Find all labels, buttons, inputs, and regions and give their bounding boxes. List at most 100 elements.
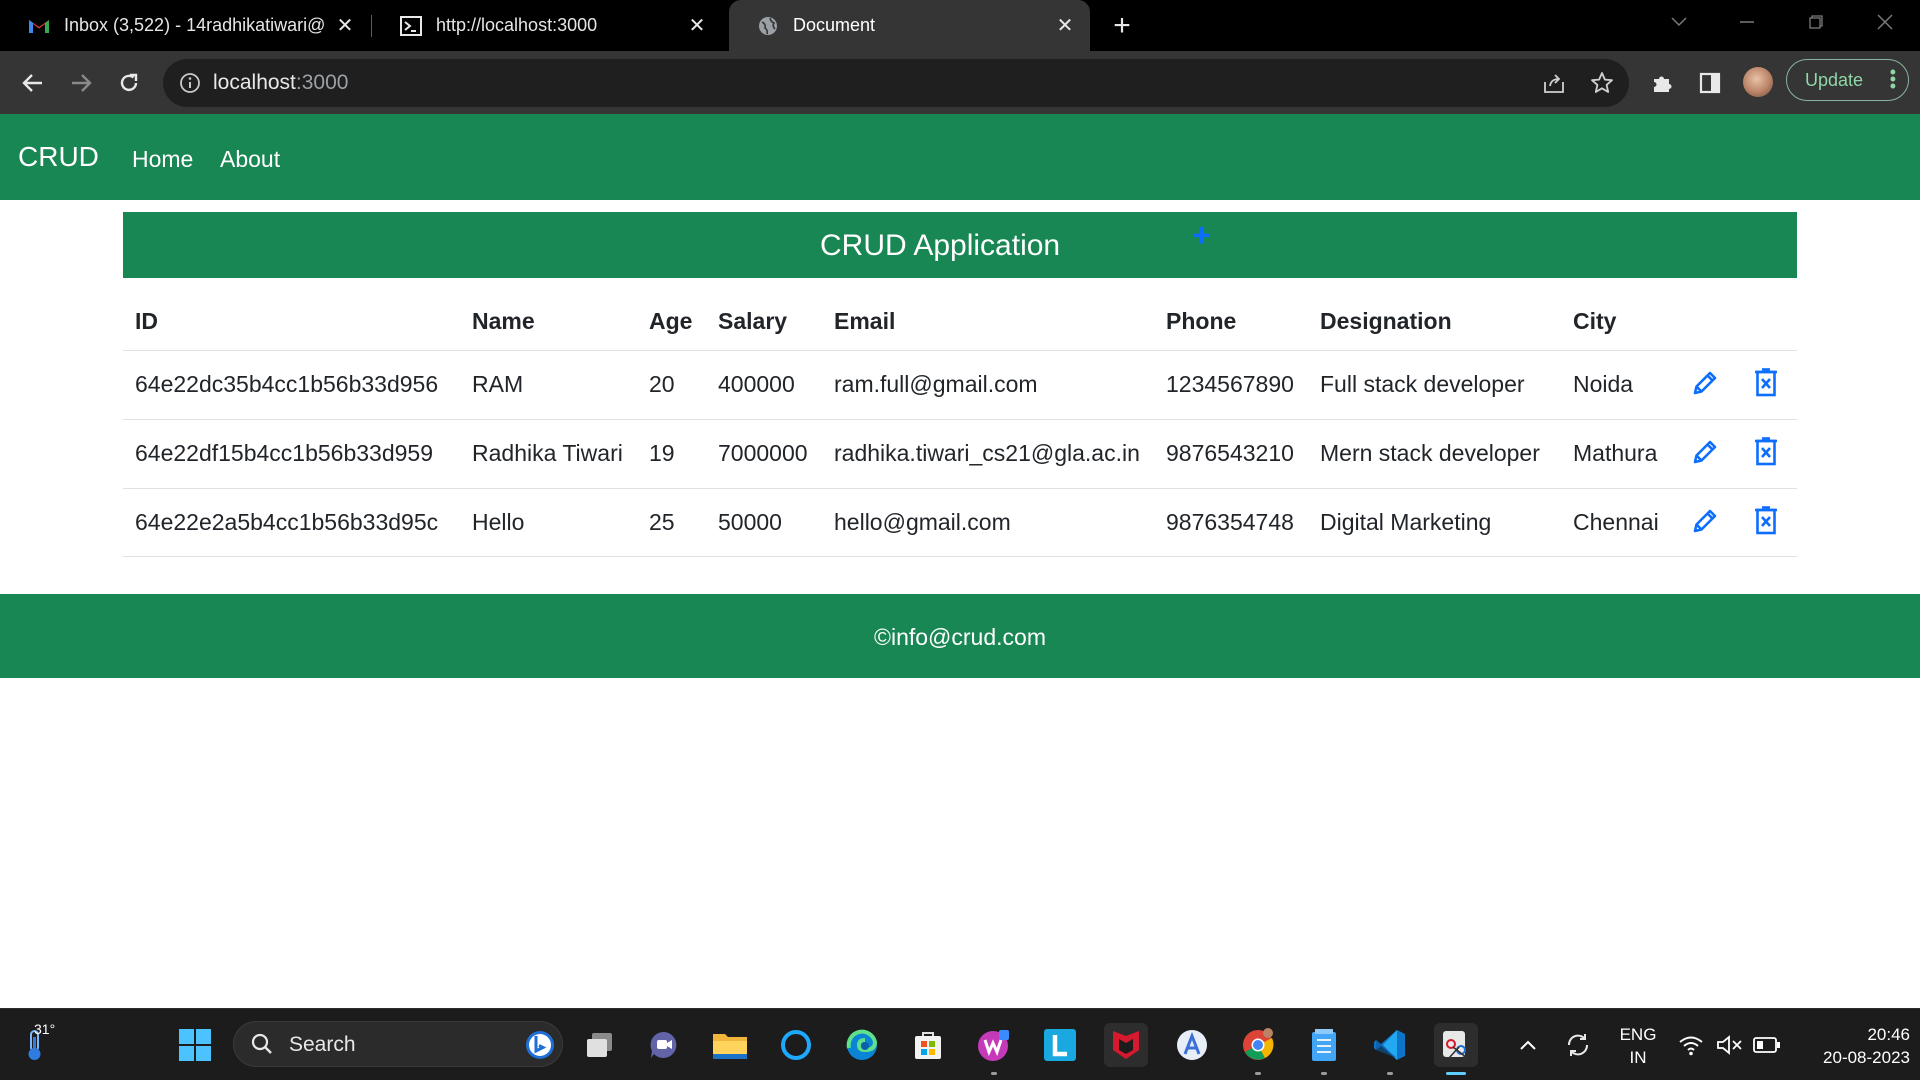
taskbar-search-box[interactable]: Search xyxy=(233,1021,563,1067)
teams-chat-icon[interactable] xyxy=(642,1023,686,1067)
cell-id: 64e22e2a5b4cc1b56b33d95c xyxy=(135,509,439,535)
cell-salary: 7000000 xyxy=(718,440,808,466)
cell-designation: Full stack developer xyxy=(1320,371,1525,397)
tab-document[interactable]: Document ✕ xyxy=(729,0,1090,51)
file-explorer-icon[interactable] xyxy=(708,1023,752,1067)
launcher-l-icon[interactable] xyxy=(1038,1023,1082,1067)
cell-name: Radhika Tiwari xyxy=(472,440,623,466)
column-header-email: Email xyxy=(834,308,896,334)
cell-salary: 400000 xyxy=(718,371,795,397)
notepad-icon[interactable] xyxy=(1302,1023,1346,1075)
update-button[interactable]: Update • • • xyxy=(1786,59,1909,101)
cell-phone: 1234567890 xyxy=(1166,371,1294,397)
cortana-icon[interactable] xyxy=(774,1023,818,1067)
microsoft-store-icon[interactable] xyxy=(906,1023,950,1067)
cell-age: 19 xyxy=(649,440,675,466)
terminal-icon xyxy=(400,15,422,37)
wifi-icon[interactable] xyxy=(1673,1023,1709,1067)
cell-salary: 50000 xyxy=(718,509,782,535)
edit-pencil-icon[interactable] xyxy=(1687,503,1723,539)
page-title: CRUD Application xyxy=(820,229,1061,262)
column-header-phone: Phone xyxy=(1166,308,1237,334)
extensions-puzzle-icon[interactable] xyxy=(1646,67,1678,99)
tab-gmail[interactable]: Inbox (3,522) - 14radhikatiwari@ ✕ xyxy=(0,0,370,51)
edit-pencil-icon[interactable] xyxy=(1687,434,1723,470)
close-tab-icon[interactable]: ✕ xyxy=(1052,13,1078,39)
cell-designation: Digital Marketing xyxy=(1320,509,1492,535)
delete-x-icon[interactable] xyxy=(1748,503,1784,539)
tab-title: Document xyxy=(793,15,876,35)
volume-muted-icon[interactable] xyxy=(1712,1023,1748,1067)
clock-date: 20-08-2023 xyxy=(1823,1048,1910,1067)
search-icon xyxy=(250,1032,274,1061)
cell-age: 20 xyxy=(649,371,675,397)
bing-icon[interactable] xyxy=(524,1029,556,1066)
app-navbar: CRUD Home About xyxy=(0,114,1920,200)
minimize-icon[interactable] xyxy=(1727,8,1767,36)
cell-id: 64e22df15b4cc1b56b33d959 xyxy=(135,440,434,466)
running-indicator xyxy=(1387,1072,1393,1075)
reload-icon[interactable] xyxy=(113,67,145,99)
share-icon[interactable] xyxy=(1538,67,1570,99)
site-info-icon[interactable] xyxy=(179,72,201,94)
mcafee-icon[interactable] xyxy=(1104,1023,1148,1067)
column-header-age: Age xyxy=(649,308,693,334)
tab-search-chevron-icon[interactable] xyxy=(1659,8,1699,36)
running-indicator xyxy=(1255,1072,1261,1075)
sync-icon[interactable] xyxy=(1558,1023,1598,1067)
language-code: ENG xyxy=(1619,1025,1657,1044)
globe-icon xyxy=(757,15,779,37)
snipping-tool-icon[interactable] xyxy=(1434,1023,1478,1075)
task-view-icon[interactable] xyxy=(578,1023,622,1067)
more-menu-icon[interactable]: • • • xyxy=(1890,63,1896,95)
browser-tab-bar: Inbox (3,522) - 14radhikatiwari@ ✕ http:… xyxy=(0,0,1920,51)
forward-arrow-icon[interactable] xyxy=(65,67,97,99)
cell-city: Mathura xyxy=(1573,440,1658,466)
column-header-id: ID xyxy=(135,308,158,334)
delete-x-icon[interactable] xyxy=(1748,434,1784,470)
cell-name: RAM xyxy=(472,371,524,397)
table-divider xyxy=(123,556,1797,557)
clock[interactable]: 20:46 20-08-2023 xyxy=(1792,1023,1910,1069)
nav-link-home[interactable]: Home xyxy=(132,146,193,173)
nav-link-about[interactable]: About xyxy=(220,146,280,173)
wps-office-icon[interactable] xyxy=(972,1023,1016,1075)
close-window-icon[interactable] xyxy=(1865,8,1905,36)
active-indicator xyxy=(1446,1072,1466,1075)
cell-city: Noida xyxy=(1573,371,1634,397)
language-indicator[interactable]: ENG IN xyxy=(1608,1023,1668,1069)
side-panel-icon[interactable] xyxy=(1694,67,1726,99)
column-header-name: Name xyxy=(472,308,535,334)
weather-temperature: 31° xyxy=(34,1021,56,1037)
profile-avatar[interactable] xyxy=(1743,67,1773,97)
close-tab-icon[interactable]: ✕ xyxy=(684,13,710,39)
clock-time: 20:46 xyxy=(1867,1025,1910,1044)
address-bar[interactable]: localhost:3000 xyxy=(163,59,1629,107)
chrome-icon[interactable] xyxy=(1236,1023,1280,1075)
edge-browser-icon[interactable] xyxy=(840,1023,884,1067)
tab-title: Inbox (3,522) - 14radhikatiwari@ xyxy=(64,15,326,35)
new-tab-plus-icon[interactable]: + xyxy=(1106,9,1138,42)
restore-icon[interactable] xyxy=(1796,8,1836,36)
close-tab-icon[interactable]: ✕ xyxy=(332,13,358,39)
cell-age: 25 xyxy=(649,509,675,535)
address-url: localhost:3000 xyxy=(213,71,348,95)
add-record-button[interactable]: + xyxy=(1192,219,1211,251)
delete-x-icon[interactable] xyxy=(1748,365,1784,401)
column-header-city: City xyxy=(1573,308,1617,334)
table-row: 64e22dc35b4cc1b56b33d956 RAM 20 400000 r… xyxy=(123,350,1797,419)
windows-start-icon[interactable] xyxy=(173,1023,217,1067)
app-footer: ©info@crud.com xyxy=(0,594,1920,678)
table-row: 64e22e2a5b4cc1b56b33d95c Hello 25 50000 … xyxy=(123,488,1797,557)
cell-phone: 9876543210 xyxy=(1166,440,1294,466)
edit-pencil-icon[interactable] xyxy=(1687,365,1723,401)
navbar-brand[interactable]: CRUD xyxy=(18,141,99,173)
vscode-icon[interactable] xyxy=(1368,1023,1412,1075)
app-store-a-icon[interactable] xyxy=(1170,1023,1214,1067)
update-label: Update xyxy=(1805,69,1864,90)
tab-localhost[interactable]: http://localhost:3000 ✕ xyxy=(372,0,722,51)
back-arrow-icon[interactable] xyxy=(17,67,49,99)
battery-icon[interactable] xyxy=(1749,1023,1785,1067)
bookmark-star-icon[interactable] xyxy=(1586,67,1618,99)
show-hidden-icons-chevron-icon[interactable] xyxy=(1510,1023,1546,1067)
